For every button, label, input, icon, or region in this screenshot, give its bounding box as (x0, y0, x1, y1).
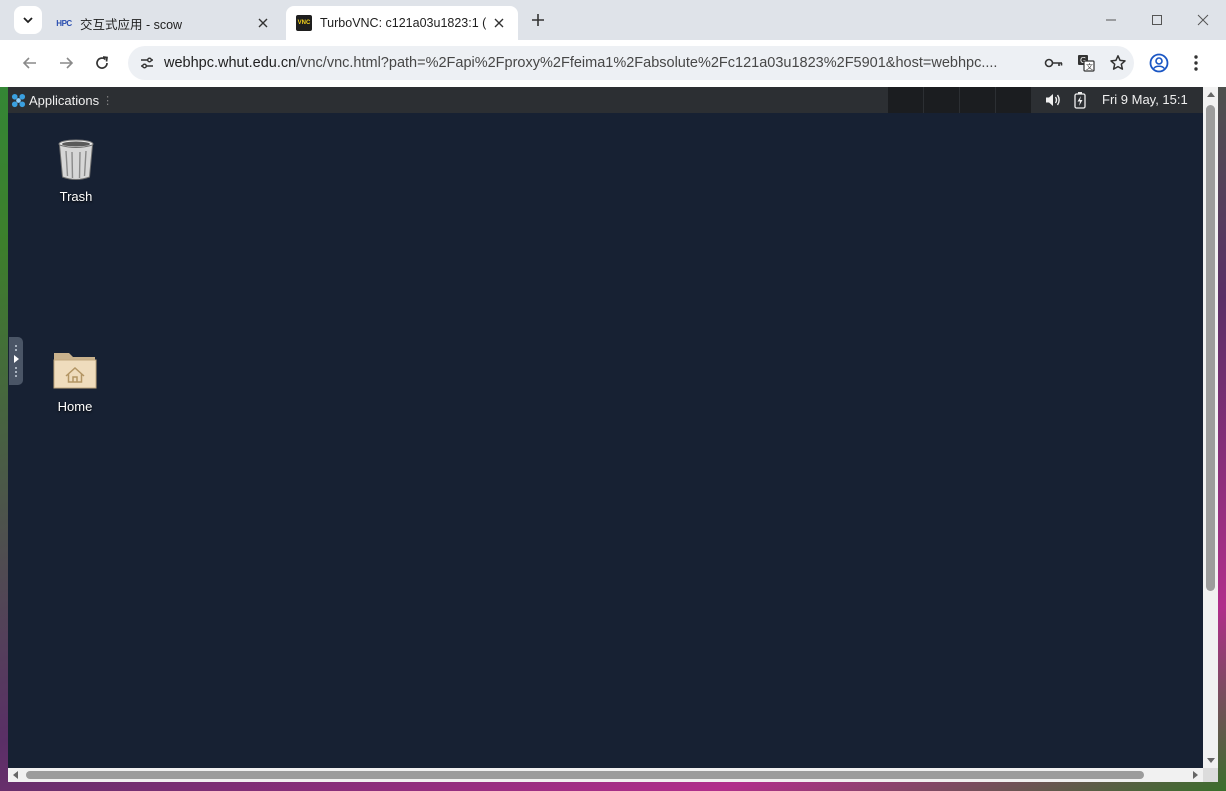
minimize-icon (1106, 19, 1116, 21)
home-folder-icon (53, 353, 97, 389)
maximize-icon (1152, 15, 1162, 25)
tab-close-button[interactable] (254, 14, 272, 32)
scroll-up-arrow-icon[interactable] (1207, 92, 1215, 97)
chevron-down-icon (23, 17, 33, 24)
trash-icon (58, 139, 94, 180)
applications-label: Applications (29, 92, 100, 108)
tab-search-button[interactable] (14, 6, 42, 34)
browser-toolbar: webhpc.whut.edu.cn/vnc/vnc.html?path=%2F… (0, 40, 1226, 87)
tab-close-button[interactable] (490, 14, 508, 32)
back-button[interactable] (19, 52, 41, 74)
bookmark-star-button[interactable] (1102, 46, 1134, 80)
minimize-button[interactable] (1088, 0, 1134, 40)
scroll-left-arrow-icon[interactable] (13, 771, 18, 779)
password-key-button[interactable] (1038, 46, 1070, 80)
horizontal-scrollbar[interactable] (8, 768, 1203, 782)
browser-menu-button[interactable] (1186, 52, 1206, 74)
panel-clock[interactable]: Fri 9 May, 15:1 (1102, 87, 1188, 113)
vertical-scrollbar-thumb[interactable] (1206, 105, 1215, 591)
xfce-top-panel: Applications ⋮ Fri 9 May, 15:1 (8, 87, 1203, 113)
desktop-icon-label: Trash (59, 189, 93, 204)
close-icon (494, 18, 504, 28)
account-circle-icon (1149, 53, 1169, 73)
tune-icon (141, 57, 153, 69)
power-manager-button[interactable] (1069, 87, 1091, 113)
tab-title: 交互式应用 - scow (80, 17, 183, 32)
key-icon (1044, 58, 1063, 68)
novnc-control-bar-handle[interactable] (9, 337, 23, 385)
workspace-1[interactable] (888, 87, 924, 113)
desktop-icon-home[interactable]: Home (30, 345, 120, 414)
menu-handle-icon: ⋮ (102, 94, 114, 107)
translate-button[interactable]: G文 (1070, 46, 1102, 80)
applications-menu-button[interactable]: Applications ⋮ (8, 87, 113, 113)
workspace-switcher (888, 87, 1032, 113)
desktop-icon-trash[interactable]: Trash (31, 135, 121, 204)
reload-icon (96, 56, 108, 69)
svg-text:文: 文 (1086, 62, 1093, 71)
window-controls (1088, 0, 1226, 40)
volume-button[interactable] (1042, 87, 1064, 113)
workspace-3[interactable] (960, 87, 996, 113)
close-icon (1197, 14, 1209, 26)
desktop-icon-label: Home (57, 399, 93, 414)
horizontal-scrollbar-thumb[interactable] (26, 771, 1144, 779)
close-icon (258, 18, 268, 28)
star-icon (1110, 55, 1126, 70)
tab-scow[interactable]: HPC 交互式应用 - scow (46, 6, 282, 40)
arrow-right-icon (60, 57, 74, 69)
profile-button[interactable] (1148, 52, 1170, 74)
url-domain: webhpc.whut.edu.cn (164, 55, 297, 71)
vnc-favicon-icon: VNC (296, 15, 312, 31)
reload-button[interactable] (91, 52, 113, 74)
scroll-down-arrow-icon[interactable] (1207, 758, 1215, 763)
scroll-right-arrow-icon[interactable] (1193, 771, 1198, 779)
plus-icon (532, 14, 544, 26)
translate-icon: G文 (1078, 55, 1095, 72)
url-path: /vnc/vnc.html?path=%2Fapi%2Fproxy%2Ffeim… (296, 55, 998, 71)
maximize-button[interactable] (1134, 0, 1180, 40)
forward-button[interactable] (55, 52, 77, 74)
site-info-button[interactable] (130, 46, 164, 80)
tab-title: TurboVNC: c121a03u1823:1 ( (320, 16, 486, 30)
battery-charging-icon (1074, 92, 1086, 109)
workspace-4[interactable] (996, 87, 1032, 113)
address-bar[interactable]: webhpc.whut.edu.cn/vnc/vnc.html?path=%2F… (128, 46, 1134, 80)
window-close-button[interactable] (1180, 0, 1226, 40)
vnc-desktop[interactable]: Applications ⋮ Fri 9 May, 15:1 Trash Hom… (8, 87, 1203, 768)
volume-icon (1046, 94, 1060, 106)
expand-arrow-icon (13, 355, 19, 363)
hpc-favicon-icon: HPC (56, 18, 72, 28)
workspace-2[interactable] (924, 87, 960, 113)
more-vertical-icon (1194, 55, 1198, 71)
system-tray (1042, 87, 1096, 113)
vertical-scrollbar[interactable] (1203, 87, 1218, 768)
browser-tabstrip: HPC 交互式应用 - scow VNC TurboVNC: c121a03u1… (0, 0, 1226, 40)
xfce-logo-icon (11, 93, 26, 107)
tab-turbovnc[interactable]: VNC TurboVNC: c121a03u1823:1 ( (286, 6, 518, 40)
arrow-left-icon (22, 57, 36, 69)
new-tab-button[interactable] (528, 10, 548, 30)
url-text[interactable]: webhpc.whut.edu.cn/vnc/vnc.html?path=%2F… (164, 55, 1038, 71)
scrollbar-corner (1203, 768, 1218, 782)
